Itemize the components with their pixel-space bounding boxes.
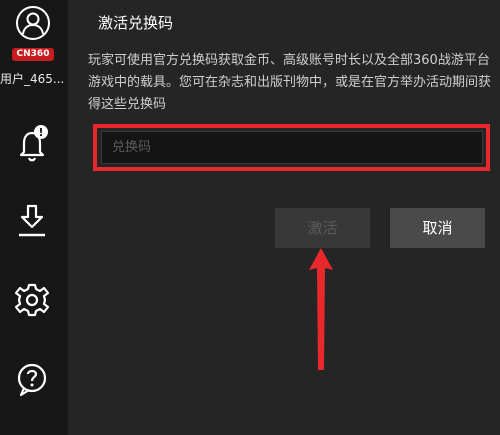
download-icon — [19, 204, 45, 237]
sidebar: CN360 用户_465... ! — [0, 0, 68, 435]
help-button[interactable] — [0, 358, 68, 404]
settings-button[interactable] — [0, 278, 68, 324]
gear-icon — [14, 283, 50, 317]
user-avatar-icon[interactable] — [16, 6, 50, 40]
redeem-code-input[interactable] — [101, 131, 483, 164]
dialog-description: 玩家可使用官方兑换码获取金币、高级账号时长以及全部360战游平台游戏中的载具。您… — [88, 53, 492, 112]
notifications-button[interactable]: ! — [0, 122, 68, 168]
bell-notification-icon: ! — [19, 125, 48, 162]
region-badge: CN360 — [12, 48, 54, 61]
username[interactable]: 用户_465... — [0, 70, 66, 87]
activate-button[interactable]: 激活 — [275, 208, 370, 248]
downloads-button[interactable] — [0, 200, 68, 246]
cancel-button[interactable]: 取消 — [390, 208, 485, 248]
notification-indicator: ! — [38, 126, 43, 139]
annotation-arrow-icon — [309, 248, 333, 370]
redeem-code-dialog: 激活兑换码 玩家可使用官方兑换码获取金币、高级账号时长以及全部360战游平台游戏… — [68, 0, 500, 435]
help-icon — [17, 363, 47, 397]
dialog-title: 激活兑换码 — [98, 14, 174, 32]
